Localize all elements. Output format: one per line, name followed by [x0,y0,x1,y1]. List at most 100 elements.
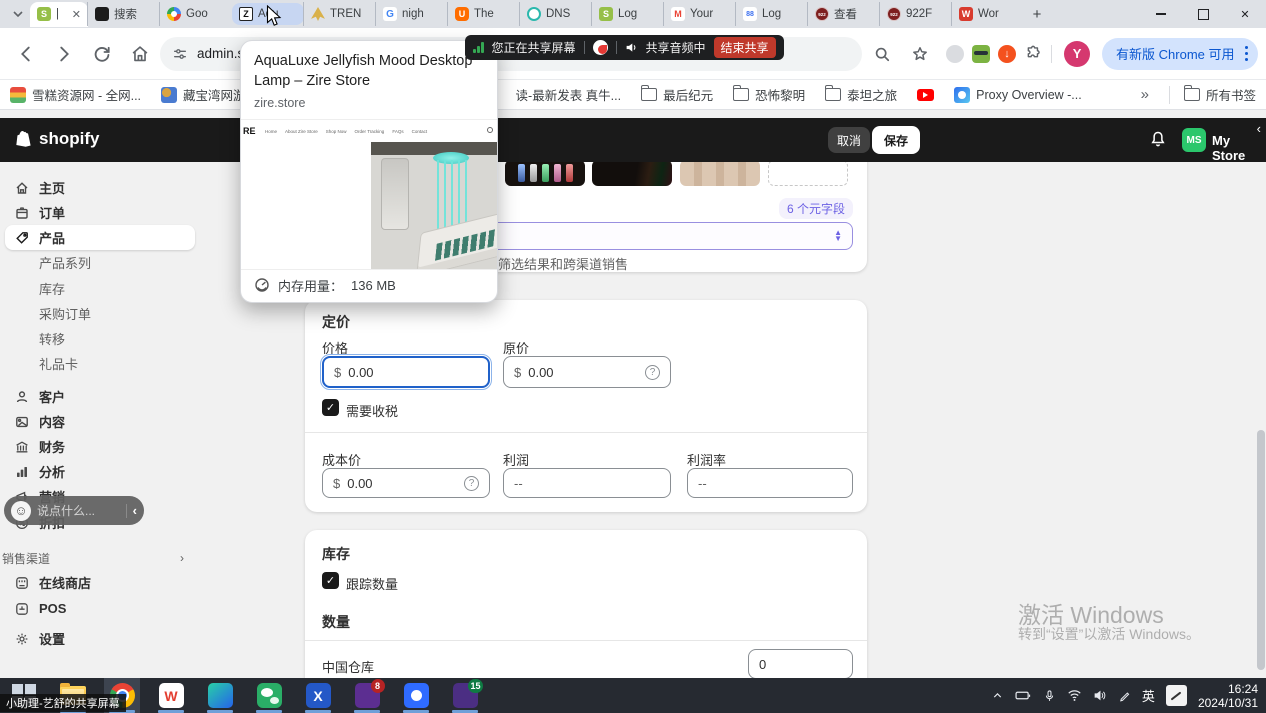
notifications-bell-icon[interactable] [1148,129,1168,149]
browser-menu-icon[interactable] [1245,46,1249,62]
browser-tab-922[interactable]: 922 922F [880,2,952,26]
browser-tab-logo2[interactable]: 88 Log [736,2,808,26]
chat-input-placeholder[interactable]: 说点什么... [37,502,120,519]
sidebar-item-customers[interactable]: 客户 [5,384,195,409]
sidebar-item-home[interactable]: 主页 [5,175,195,200]
extensions-puzzle-icon[interactable] [1024,44,1043,63]
sidebar-item-pos[interactable]: POS [5,596,195,621]
cost-input[interactable]: $ 0.00 ? [322,468,490,498]
browser-tab-shopify-admin[interactable]: S | ✕ [30,2,88,27]
browser-tab-word[interactable]: W Wor [952,2,1024,26]
store-name[interactable]: My Store [1212,133,1266,163]
all-bookmarks[interactable]: 所有书签 [1184,85,1256,104]
bookmark-folder[interactable]: 泰坦之旅 [825,85,897,104]
help-icon[interactable]: ? [645,365,660,380]
save-button[interactable]: 保存 [872,126,920,154]
add-media-tile[interactable] [768,160,848,186]
meeting-app-button[interactable] [398,678,434,713]
home-button[interactable] [122,36,158,72]
collapse-chevron-icon[interactable]: ‹ [1257,121,1261,136]
smiley-icon[interactable] [11,501,31,521]
purple-app-button[interactable]: 8 [349,678,385,713]
grey-extension-icon[interactable] [946,45,964,63]
product-thumbnail[interactable] [680,160,760,186]
browser-tab-dns[interactable]: DNS [520,2,592,26]
mail-app-button[interactable] [202,678,238,713]
browser-tab-search[interactable]: 搜索 [88,2,160,26]
sidebar-item-products[interactable]: 产品 [5,225,195,250]
help-icon[interactable]: ? [464,476,479,491]
sidebar-item-content[interactable]: 内容 [5,409,195,434]
metafields-badge[interactable]: 6 个元字段 [779,198,853,219]
chrome-update-pill[interactable]: 有新版 Chrome 可用 [1102,38,1258,70]
profile-avatar[interactable]: Y [1064,41,1090,67]
purple-app2-button[interactable]: 15 [447,678,483,713]
sidebar-item-inventory[interactable]: 库存 [5,276,195,301]
green-glasses-extension-icon[interactable] [972,45,990,63]
clock[interactable]: 16:24 2024/10/31 [1198,682,1258,710]
microphone-icon[interactable] [1043,689,1056,703]
sidebar-item-transfers[interactable]: 转移 [5,326,195,351]
wps-button[interactable]: W [153,678,189,713]
window-maximize-button[interactable] [1182,0,1224,28]
reload-button[interactable] [84,36,120,72]
tab-close-icon[interactable]: ✕ [72,8,81,21]
volume-icon[interactable] [1093,689,1107,702]
quantity-input[interactable]: 0 [748,649,853,679]
bookmark-item[interactable]: 雪糕资源网 - 全网... [10,85,141,104]
tray-chevron-up-icon[interactable] [991,689,1004,702]
browser-tab-the[interactable]: U The [448,2,520,26]
tray-app-icon[interactable] [1166,685,1187,706]
compare-price-input[interactable]: $ 0.00 ? [503,356,671,388]
back-button[interactable] [8,36,44,72]
product-thumbnail[interactable] [505,160,585,186]
browser-tab-google[interactable]: Goo [160,2,232,26]
x-app-button[interactable]: X [300,678,336,713]
sidebar-item-orders[interactable]: 订单 [5,200,195,225]
site-info-tune-icon[interactable] [172,46,188,62]
sales-channels-header[interactable]: 销售渠道 › [2,548,194,568]
sidebar-item-purchase-orders[interactable]: 采购订单 [5,301,195,326]
chat-collapse-icon[interactable]: ‹ [133,503,137,518]
profit-input[interactable]: -- [503,468,671,498]
bookmark-youtube[interactable] [917,89,934,101]
window-minimize-button[interactable] [1140,0,1182,28]
sidebar-item-finance[interactable]: 财务 [5,434,195,459]
sidebar-item-analytics[interactable]: 分析 [5,459,195,484]
wifi-icon[interactable] [1067,689,1082,702]
sidebar-item-online-store[interactable]: 在线商店 [5,570,195,595]
bookmark-item[interactable]: 藏宝湾网游 [161,85,246,104]
charge-tax-checkbox[interactable] [322,399,339,416]
margin-input[interactable]: -- [687,468,853,498]
download-extension-icon[interactable]: ↓ [998,45,1016,63]
bookmark-folder[interactable]: 恐怖黎明 [733,85,805,104]
bookmark-item[interactable]: 读-最新发表 真牛... [516,85,622,104]
product-thumbnail[interactable] [592,160,672,186]
bookmarks-overflow-chevron[interactable]: » [1141,86,1149,103]
page-scrollbar[interactable] [1257,430,1265,670]
pen-icon[interactable] [1118,689,1131,702]
sidebar-item-settings[interactable]: 设置 [5,626,195,651]
browser-tab-night[interactable]: G nigh [376,2,448,26]
end-share-button[interactable]: 结束共享 [714,37,776,58]
price-input[interactable]: $ 0.00 [322,356,490,388]
track-quantity-checkbox[interactable] [322,572,339,589]
sidebar-item-gift-cards[interactable]: 礼品卡 [5,351,195,376]
search-icon[interactable] [864,36,900,72]
chat-overlay[interactable]: 说点什么... ‹ [4,496,144,525]
browser-tab-logo1[interactable]: S Log [592,2,664,26]
new-tab-button[interactable]: + [1024,1,1050,27]
sidebar-item-collections[interactable]: 产品系列 [5,250,195,275]
browser-tab-922-view[interactable]: 922 查看 [808,2,880,26]
bookmark-folder[interactable]: 最后纪元 [641,85,713,104]
store-avatar[interactable]: MS [1182,128,1206,152]
cancel-button[interactable]: 取消 [828,127,870,153]
browser-tab-tren[interactable]: TREN [304,2,376,26]
bookmark-item[interactable]: Proxy Overview -... [954,87,1082,103]
browser-tab-gmail[interactable]: M Your [664,2,736,26]
ime-indicator[interactable]: 英 [1142,686,1155,705]
battery-icon[interactable] [1015,689,1032,702]
bookmark-star-icon[interactable] [902,36,938,72]
window-close-button[interactable] [1224,0,1266,28]
wechat-button[interactable] [251,678,287,713]
